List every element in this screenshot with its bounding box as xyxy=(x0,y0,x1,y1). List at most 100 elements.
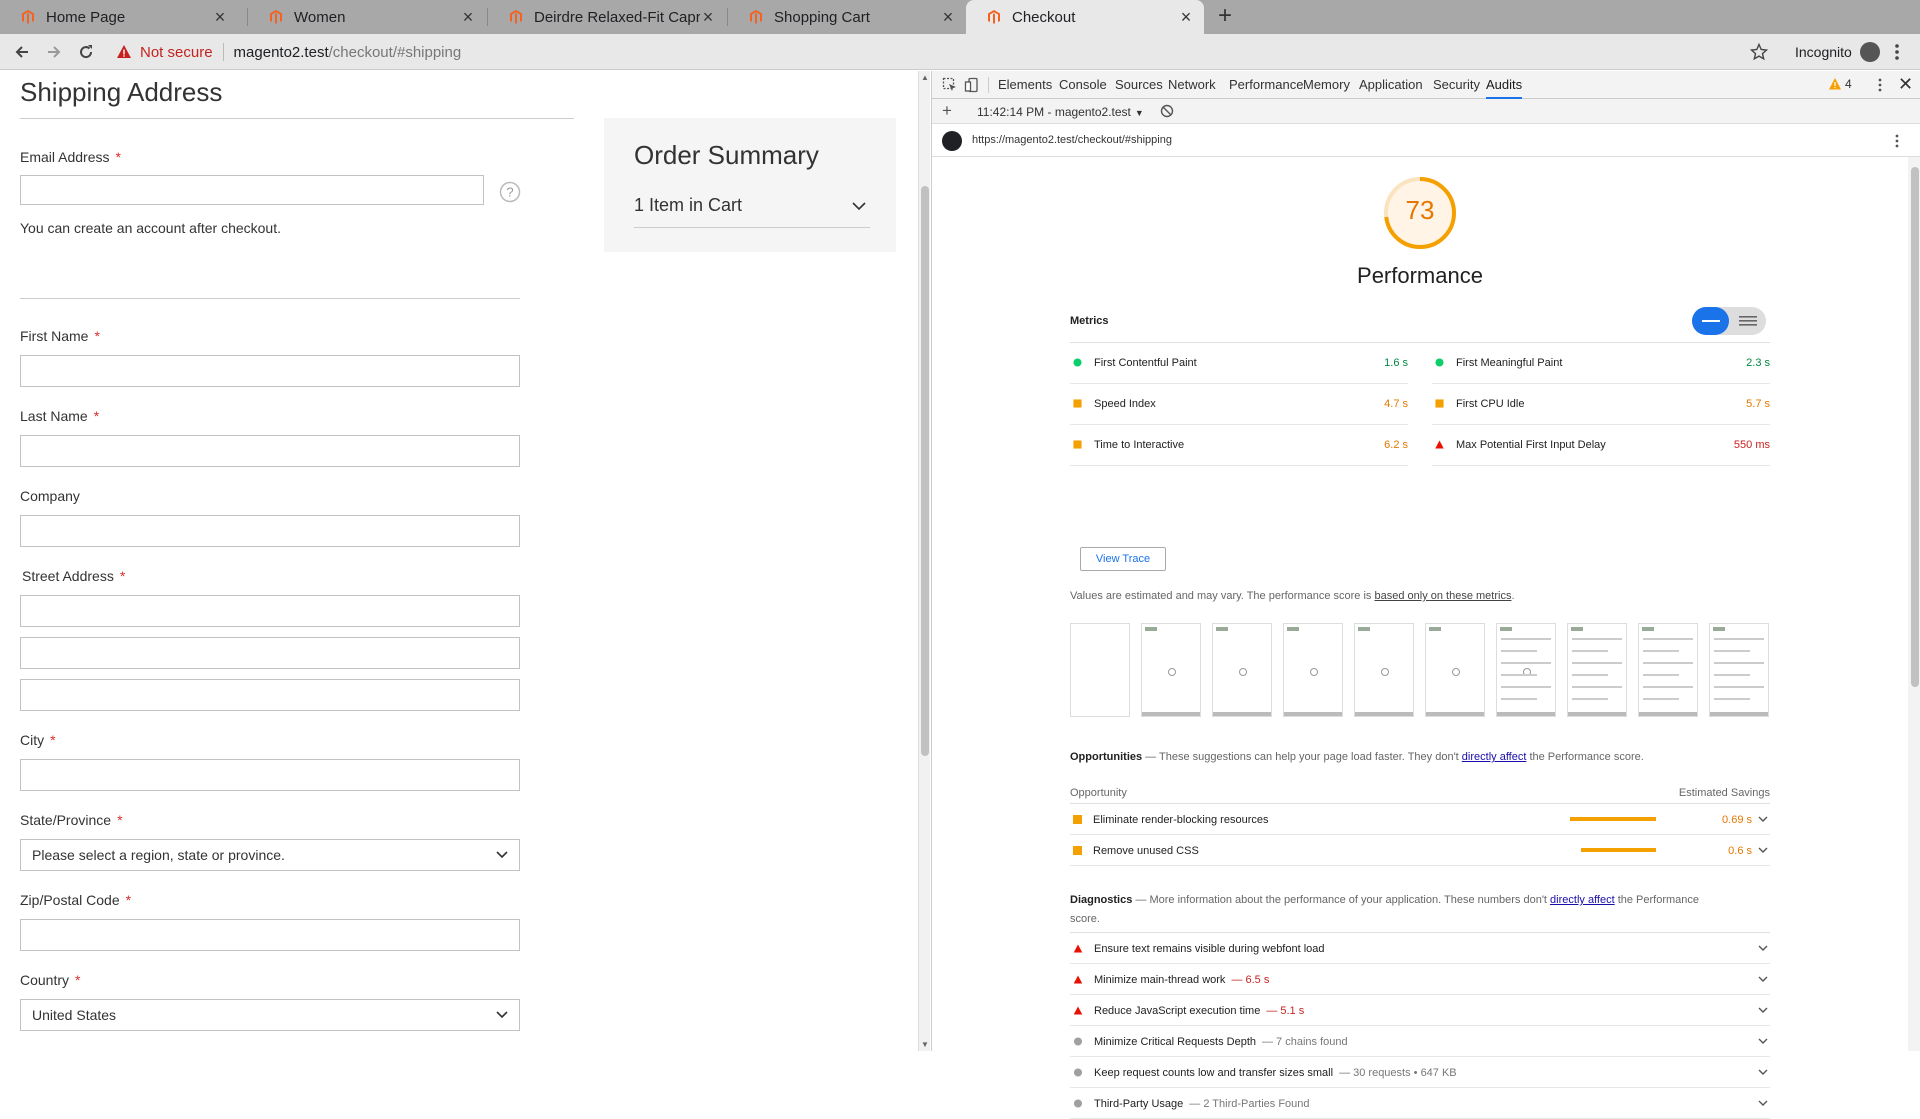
zip-field[interactable] xyxy=(20,919,520,951)
close-icon[interactable]: × xyxy=(700,8,716,26)
view-trace-button[interactable]: View Trace xyxy=(1080,547,1166,571)
savings-value: 0.69 s xyxy=(1722,814,1752,826)
devtools-tab-memory[interactable]: Memory xyxy=(1303,71,1350,99)
clear-icon[interactable] xyxy=(1160,104,1174,118)
street-line-2-field[interactable] xyxy=(20,637,520,669)
diagnostic-row[interactable]: Minimize main-thread work — 6.5 s xyxy=(1070,964,1770,995)
compact-view-icon[interactable] xyxy=(1702,316,1720,326)
more-vert-icon[interactable] xyxy=(1877,77,1883,93)
forward-icon[interactable] xyxy=(44,42,64,62)
devtools-tab-elements[interactable]: Elements xyxy=(998,71,1052,99)
chevron-down-icon[interactable] xyxy=(1758,1007,1768,1014)
diagnostic-row[interactable]: Ensure text remains visible during webfo… xyxy=(1070,933,1770,964)
inspect-icon[interactable] xyxy=(942,77,958,93)
close-icon[interactable]: × xyxy=(940,8,956,26)
report-url[interactable]: https://magento2.test/checkout/#shipping xyxy=(972,134,1172,146)
metrics-view-toggle[interactable] xyxy=(1692,307,1766,335)
security-status[interactable]: Not secure xyxy=(140,44,213,61)
devtools-tab-security[interactable]: Security xyxy=(1433,71,1480,99)
devtools-tab-audits[interactable]: Audits xyxy=(1486,71,1523,99)
tab-title: Shopping Cart xyxy=(774,8,870,26)
opportunity-row[interactable]: Remove unused CSS 0.6 s xyxy=(1070,835,1770,866)
email-field[interactable] xyxy=(20,175,484,205)
diagnostic-row[interactable]: Keep request counts low and transfer siz… xyxy=(1070,1057,1770,1088)
diagnostic-row[interactable]: Reduce JavaScript execution time — 5.1 s xyxy=(1070,995,1770,1026)
scroll-up-icon[interactable]: ▲ xyxy=(921,73,929,82)
close-icon[interactable]: × xyxy=(212,8,228,26)
loading-spinner-icon xyxy=(1452,668,1460,676)
more-vert-icon[interactable] xyxy=(1894,133,1900,149)
directly-affect-link[interactable]: directly affect xyxy=(1550,894,1615,906)
profile-indicator[interactable]: Incognito xyxy=(1795,42,1880,62)
last-name-field[interactable] xyxy=(20,435,520,467)
country-select[interactable]: United States xyxy=(20,999,520,1031)
page-scrollbar[interactable]: ▲ ▼ xyxy=(918,71,930,1051)
svg-text:?: ? xyxy=(506,185,513,200)
cart-items-toggle[interactable]: 1 Item in Cart xyxy=(634,195,742,216)
chevron-down-icon[interactable] xyxy=(1758,1100,1768,1107)
reload-icon[interactable] xyxy=(76,42,96,62)
devtools-tab-sources[interactable]: Sources xyxy=(1115,71,1163,99)
scrollbar-thumb[interactable] xyxy=(1911,167,1919,687)
frame-line xyxy=(1572,650,1608,652)
address-bar[interactable]: Not secure magento2.test/checkout/#shipp… xyxy=(108,37,1808,67)
devtools-tab-console[interactable]: Console xyxy=(1059,71,1107,99)
more-vert-icon[interactable] xyxy=(1893,42,1901,62)
bookmark-star-icon[interactable] xyxy=(1750,43,1768,61)
devtools-tab-application[interactable]: Application xyxy=(1359,71,1423,99)
close-icon[interactable]: × xyxy=(460,8,476,26)
devtools-tab-performance[interactable]: Performance xyxy=(1229,71,1303,99)
chevron-down-icon[interactable] xyxy=(1758,1038,1768,1045)
browser-tab-checkout[interactable]: Checkout × xyxy=(966,0,1204,34)
url-host[interactable]: magento2.test xyxy=(234,44,329,61)
scrollbar-thumb[interactable] xyxy=(921,186,929,756)
report-scrollbar[interactable] xyxy=(1908,157,1920,1051)
device-toolbar-icon[interactable] xyxy=(964,77,980,93)
chevron-down-icon[interactable] xyxy=(852,202,866,211)
score-calc-link[interactable]: based only on these metrics xyxy=(1374,590,1511,602)
diagnostic-row[interactable]: Minimize Critical Requests Depth — 7 chai… xyxy=(1070,1026,1770,1057)
warning-count: 4 xyxy=(1845,77,1852,91)
required-mark: * xyxy=(93,408,100,424)
state-select-value: Please select a region, state or provinc… xyxy=(32,847,285,863)
filmstrip-frame xyxy=(1425,623,1485,717)
browser-tab-cart[interactable]: Shopping Cart × xyxy=(728,0,966,34)
scroll-down-icon[interactable]: ▼ xyxy=(921,1040,929,1049)
chevron-down-icon[interactable] xyxy=(1758,1069,1768,1076)
new-tab-button[interactable]: + xyxy=(1212,4,1238,30)
new-audit-button[interactable]: + xyxy=(942,101,952,121)
report-selector[interactable]: 11:42:14 PM - magento2.test ▼ xyxy=(977,105,1144,119)
browser-tab-home[interactable]: Home Page × xyxy=(0,0,238,34)
warning-counter[interactable]: 4 xyxy=(1828,77,1852,91)
diagnostic-row[interactable]: Third-Party Usage — 2 Third-Parties Found xyxy=(1070,1088,1770,1119)
magento-icon xyxy=(22,10,34,24)
url-path[interactable]: /checkout/#shipping xyxy=(329,44,462,61)
street-line-3-field[interactable] xyxy=(20,679,520,711)
close-icon[interactable]: ✕ xyxy=(1898,74,1913,95)
tab-title: Deirdre Relaxed-Fit Capri xyxy=(534,8,700,26)
diagnostic-detail: — 30 requests • 647 KB xyxy=(1339,1067,1457,1079)
city-field[interactable] xyxy=(20,759,520,791)
close-icon[interactable]: × xyxy=(1178,8,1194,26)
company-field[interactable] xyxy=(20,515,520,547)
diagnostic-name: Third-Party Usage — 2 Third-Parties Found xyxy=(1094,1098,1310,1110)
chevron-down-icon[interactable] xyxy=(1758,847,1768,854)
help-icon[interactable]: ? xyxy=(499,181,521,203)
chevron-down-icon[interactable] xyxy=(1758,945,1768,952)
first-name-field[interactable] xyxy=(20,355,520,387)
chevron-down-icon[interactable] xyxy=(1758,976,1768,983)
magento-icon xyxy=(510,10,522,24)
metric-row: First Contentful Paint 1.6 s xyxy=(1070,343,1408,384)
state-select[interactable]: Please select a region, state or provinc… xyxy=(20,839,520,871)
street-line-1-field[interactable] xyxy=(20,595,520,627)
chevron-down-icon[interactable] xyxy=(1758,816,1768,823)
opportunity-row[interactable]: Eliminate render-blocking resources 0.69 … xyxy=(1070,804,1770,835)
list-view-icon[interactable] xyxy=(1739,316,1757,326)
back-icon[interactable] xyxy=(12,42,32,62)
divider xyxy=(222,43,224,61)
directly-affect-link[interactable]: directly affect xyxy=(1462,751,1527,763)
browser-tab-women[interactable]: Women × xyxy=(248,0,486,34)
browser-tab-capri[interactable]: Deirdre Relaxed-Fit Capri × xyxy=(488,0,726,34)
pass-status-icon xyxy=(1435,358,1444,367)
devtools-tab-network[interactable]: Network xyxy=(1168,71,1216,99)
